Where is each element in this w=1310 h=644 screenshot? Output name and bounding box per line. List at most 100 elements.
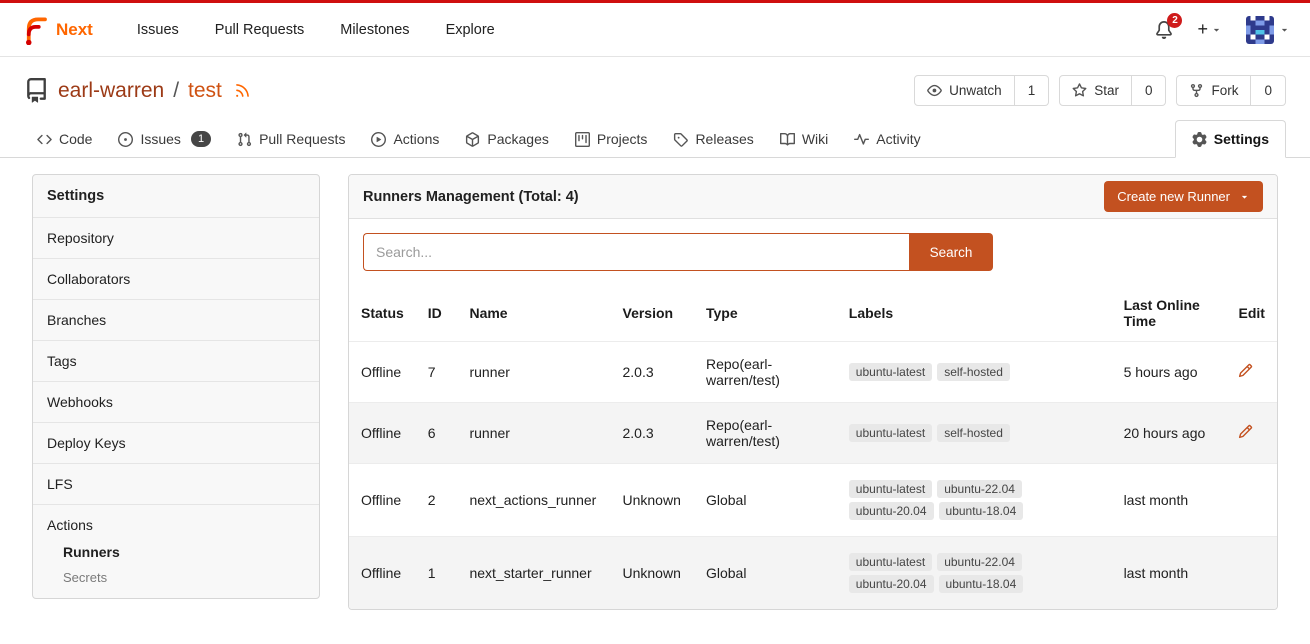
runner-type: Global bbox=[694, 464, 837, 537]
runner-version: 2.0.3 bbox=[611, 342, 694, 403]
runner-id: 2 bbox=[416, 464, 458, 537]
tab-pull-requests[interactable]: Pull Requests bbox=[224, 121, 358, 157]
sidebar-item-tags[interactable]: Tags bbox=[33, 340, 319, 381]
runner-last-online: 20 hours ago bbox=[1112, 403, 1227, 464]
sidebar-title: Settings bbox=[33, 175, 319, 217]
label-chip: ubuntu-18.04 bbox=[939, 575, 1024, 593]
sidebar-item-secrets[interactable]: Secrets bbox=[33, 565, 319, 590]
sidebar-item-runners[interactable]: Runners bbox=[33, 539, 319, 565]
play-icon bbox=[371, 132, 386, 147]
table-header-row: Status ID Name Version Type Labels Last … bbox=[349, 285, 1277, 342]
star-button[interactable]: Star bbox=[1059, 75, 1132, 106]
book-icon bbox=[780, 132, 795, 147]
table-row: Offline 2 next_actions_runner Unknown Gl… bbox=[349, 464, 1277, 537]
gear-icon bbox=[1192, 132, 1207, 147]
unwatch-button[interactable]: Unwatch bbox=[914, 75, 1015, 106]
fork-button[interactable]: Fork bbox=[1176, 75, 1251, 106]
forgejo-logo-icon[interactable] bbox=[20, 15, 50, 45]
rss-feed-icon[interactable] bbox=[234, 82, 251, 99]
panel-title: Runners Management (Total: 4) bbox=[363, 189, 579, 205]
brand-label[interactable]: Next bbox=[56, 20, 93, 40]
tab-wiki[interactable]: Wiki bbox=[767, 121, 841, 157]
runner-name: runner bbox=[457, 342, 610, 403]
label-chip: ubuntu-latest bbox=[849, 363, 932, 381]
tab-packages[interactable]: Packages bbox=[452, 121, 561, 157]
tab-issues[interactable]: Issues 1 bbox=[105, 121, 224, 157]
fork-icon bbox=[1189, 83, 1204, 98]
edit-runner-icon[interactable] bbox=[1238, 424, 1253, 439]
runner-name: next_actions_runner bbox=[457, 464, 610, 537]
label-chip: ubuntu-20.04 bbox=[849, 502, 934, 520]
user-menu-dropdown[interactable] bbox=[1246, 16, 1290, 44]
search-button[interactable]: Search bbox=[909, 233, 993, 271]
tab-settings[interactable]: Settings bbox=[1175, 120, 1286, 158]
tag-icon bbox=[673, 132, 688, 147]
search-input[interactable] bbox=[363, 233, 909, 271]
runner-labels: ubuntu-latestself-hosted bbox=[849, 422, 1059, 444]
nav-item-pull-requests[interactable]: Pull Requests bbox=[197, 14, 322, 46]
nav-item-issues[interactable]: Issues bbox=[119, 14, 197, 46]
notifications-button[interactable]: 2 bbox=[1155, 21, 1173, 39]
sidebar-item-lfs[interactable]: LFS bbox=[33, 463, 319, 504]
repo-icon bbox=[24, 78, 49, 103]
tab-code[interactable]: Code bbox=[24, 121, 105, 157]
runner-status: Offline bbox=[349, 537, 416, 610]
avatar bbox=[1246, 16, 1274, 44]
column-header-edit: Edit bbox=[1226, 285, 1277, 342]
pull-request-icon bbox=[237, 132, 252, 147]
repo-owner-link[interactable]: earl-warren bbox=[58, 79, 164, 103]
column-header-type: Type bbox=[694, 285, 837, 342]
runner-status: Offline bbox=[349, 342, 416, 403]
column-header-last-online: Last Online Time bbox=[1112, 285, 1227, 342]
runner-version: Unknown bbox=[611, 537, 694, 610]
package-icon bbox=[465, 132, 480, 147]
repo-actions: Unwatch 1 Star 0 Fork 0 bbox=[914, 75, 1286, 106]
runner-type: Global bbox=[694, 537, 837, 610]
forks-count[interactable]: 0 bbox=[1251, 75, 1286, 106]
nav-item-explore[interactable]: Explore bbox=[428, 14, 513, 46]
fork-button-group: Fork 0 bbox=[1176, 75, 1286, 106]
tab-activity[interactable]: Activity bbox=[841, 121, 933, 157]
stars-count[interactable]: 0 bbox=[1132, 75, 1167, 106]
label-chip: ubuntu-18.04 bbox=[939, 502, 1024, 520]
sidebar-item-actions[interactable]: Actions bbox=[33, 505, 319, 539]
table-row: Offline 6 runner 2.0.3 Repo(earl-warren/… bbox=[349, 403, 1277, 464]
label-chip: ubuntu-20.04 bbox=[849, 575, 934, 593]
runner-id: 6 bbox=[416, 403, 458, 464]
repo-header: earl-warren / test Unwatch 1 Star 0 Fork… bbox=[0, 57, 1310, 114]
runner-version: 2.0.3 bbox=[611, 403, 694, 464]
column-header-version: Version bbox=[611, 285, 694, 342]
eye-icon bbox=[927, 83, 942, 98]
nav-item-milestones[interactable]: Milestones bbox=[322, 14, 427, 46]
edit-runner-icon[interactable] bbox=[1238, 363, 1253, 378]
runner-last-online: 5 hours ago bbox=[1112, 342, 1227, 403]
runner-type: Repo(earl-warren/test) bbox=[694, 342, 837, 403]
tab-actions[interactable]: Actions bbox=[358, 121, 452, 157]
star-label: Star bbox=[1094, 83, 1119, 98]
sidebar-item-deploy-keys[interactable]: Deploy Keys bbox=[33, 422, 319, 463]
sidebar-item-branches[interactable]: Branches bbox=[33, 299, 319, 340]
watchers-count[interactable]: 1 bbox=[1015, 75, 1050, 106]
column-header-id: ID bbox=[416, 285, 458, 342]
tab-releases[interactable]: Releases bbox=[660, 121, 766, 157]
create-runner-button[interactable]: Create new Runner bbox=[1104, 181, 1263, 212]
runner-id: 7 bbox=[416, 342, 458, 403]
repo-name-link[interactable]: test bbox=[188, 79, 222, 103]
sidebar-item-repository[interactable]: Repository bbox=[33, 217, 319, 258]
caret-down-icon bbox=[1239, 191, 1250, 202]
runner-type: Repo(earl-warren/test) bbox=[694, 403, 837, 464]
fork-label: Fork bbox=[1211, 83, 1238, 98]
runner-status: Offline bbox=[349, 464, 416, 537]
sidebar-item-collaborators[interactable]: Collaborators bbox=[33, 258, 319, 299]
pulse-icon bbox=[854, 132, 869, 147]
sidebar-item-webhooks[interactable]: Webhooks bbox=[33, 381, 319, 422]
runner-id: 1 bbox=[416, 537, 458, 610]
nav-links: Issues Pull Requests Milestones Explore bbox=[119, 14, 513, 46]
plus-icon: + bbox=[1197, 19, 1208, 40]
star-icon bbox=[1072, 83, 1087, 98]
panel-header: Runners Management (Total: 4) Create new… bbox=[349, 175, 1277, 219]
create-new-dropdown[interactable]: + bbox=[1197, 19, 1222, 40]
tab-projects[interactable]: Projects bbox=[562, 121, 661, 157]
star-button-group: Star 0 bbox=[1059, 75, 1166, 106]
column-header-status: Status bbox=[349, 285, 416, 342]
